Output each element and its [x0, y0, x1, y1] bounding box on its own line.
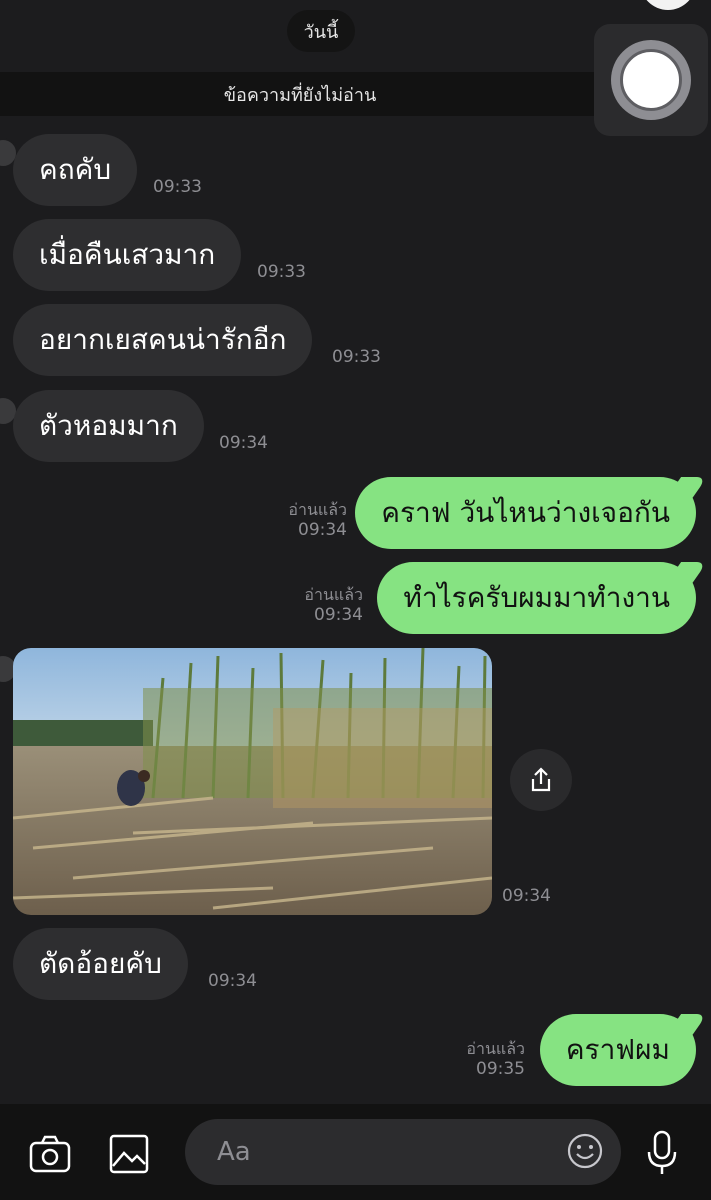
message-time: 09:33	[153, 177, 202, 197]
emoji-icon	[567, 1133, 603, 1169]
message-bubble-incoming[interactable]: ตัดอ้อยคับ	[13, 928, 188, 1000]
message-time: 09:34	[208, 971, 257, 991]
message-time: 09:34	[502, 886, 551, 906]
share-button[interactable]	[510, 749, 572, 811]
gallery-button[interactable]	[107, 1132, 151, 1176]
message-bubble-outgoing[interactable]: คราฟ วันไหนว่างเจอกัน	[355, 477, 696, 549]
unread-messages-divider: ข้อความที่ยังไม่อ่าน	[0, 72, 600, 116]
image-icon	[109, 1134, 149, 1174]
camera-button[interactable]	[28, 1132, 72, 1176]
message-bubble-incoming[interactable]: อยากเยสคนน่ารักอีก	[13, 304, 313, 376]
assistive-touch-button[interactable]	[611, 40, 691, 120]
emoji-button[interactable]	[565, 1131, 605, 1171]
message-time: 09:33	[257, 262, 306, 282]
message-bubble-incoming[interactable]: คถคับ	[13, 134, 138, 206]
microphone-icon	[647, 1130, 677, 1174]
share-icon	[531, 767, 551, 792]
voice-button[interactable]	[640, 1128, 684, 1178]
message-bubble-outgoing[interactable]: คราฟผม	[539, 1014, 696, 1086]
message-bubble-incoming[interactable]: ตัวหอมมาก	[13, 390, 204, 462]
camera-icon	[29, 1135, 71, 1173]
message-input[interactable]	[185, 1119, 621, 1185]
message-time: 09:34	[219, 433, 268, 453]
message-bubble-outgoing[interactable]: ทำไรครับผมมาทำงาน	[377, 562, 696, 634]
message-time: 09:33	[332, 347, 381, 367]
message-text-field[interactable]	[215, 1136, 551, 1168]
date-separator: วันนี้	[287, 10, 355, 52]
message-time: 09:35	[476, 1059, 525, 1079]
message-time: 09:34	[314, 605, 363, 625]
photo-message[interactable]	[13, 648, 492, 915]
top-corner-control[interactable]	[640, 0, 696, 10]
sugarcane-field-photo	[13, 648, 492, 915]
message-time: 09:34	[298, 520, 347, 540]
message-bubble-incoming[interactable]: เมื่อคืนเสวมาก	[13, 219, 242, 291]
